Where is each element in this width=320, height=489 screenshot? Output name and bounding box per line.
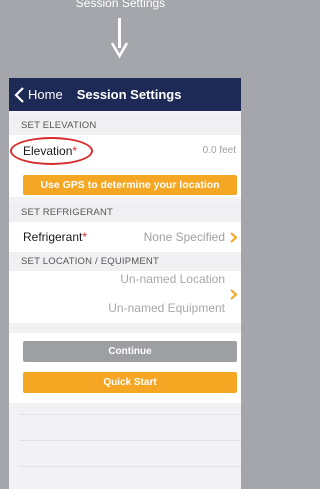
quick-start-button[interactable]: Quick Start: [23, 372, 237, 393]
elevation-label-text: Elevation: [23, 144, 73, 158]
section-header-refrigerant: SET REFRIGERANT: [9, 203, 241, 222]
back-button-label: Home: [28, 87, 63, 102]
section-header-elevation: SET ELEVATION: [9, 116, 241, 135]
elevation-label: Elevation*: [23, 144, 77, 158]
navigation-bar: Home Session Settings: [9, 78, 241, 111]
page-title: Session Settings: [76, 87, 182, 102]
actions-row: Continue Quick Start: [9, 333, 241, 403]
back-button[interactable]: Home: [14, 86, 63, 103]
required-asterisk: *: [72, 144, 78, 158]
list-divider: [19, 466, 241, 467]
chevron-right-icon: [230, 232, 237, 243]
chevron-right-icon: [230, 289, 237, 300]
refrigerant-label: Refrigerant*: [23, 230, 87, 244]
location-value: Un-named Location: [120, 272, 225, 286]
list-divider: [19, 440, 241, 441]
elevation-value-field[interactable]: 0.0 feet: [203, 145, 236, 156]
use-gps-button[interactable]: Use GPS to determine your location: [23, 175, 237, 195]
top-caption: Session Settings: [0, 0, 241, 10]
equipment-value: Un-named Equipment: [108, 301, 225, 315]
refrigerant-label-text: Refrigerant: [23, 230, 83, 244]
down-arrow-icon: [111, 18, 128, 59]
continue-button[interactable]: Continue: [23, 341, 237, 362]
section-header-location: SET LOCATION / EQUIPMENT: [9, 252, 241, 271]
phone-screen: Home Session Settings SET ELEVATION Elev…: [9, 78, 241, 489]
refrigerant-row[interactable]: Refrigerant* None Specified: [9, 222, 241, 254]
list-divider: [19, 414, 241, 415]
required-asterisk: *: [82, 230, 88, 244]
refrigerant-value: None Specified: [143, 230, 225, 244]
elevation-row: Elevation* 0.0 feet Use GPS to determine…: [9, 135, 241, 197]
location-equipment-row[interactable]: Un-named Location Un-named Equipment: [9, 271, 241, 323]
top-caption-text: Session Settings: [75, 0, 166, 10]
chevron-left-icon: [14, 86, 24, 103]
